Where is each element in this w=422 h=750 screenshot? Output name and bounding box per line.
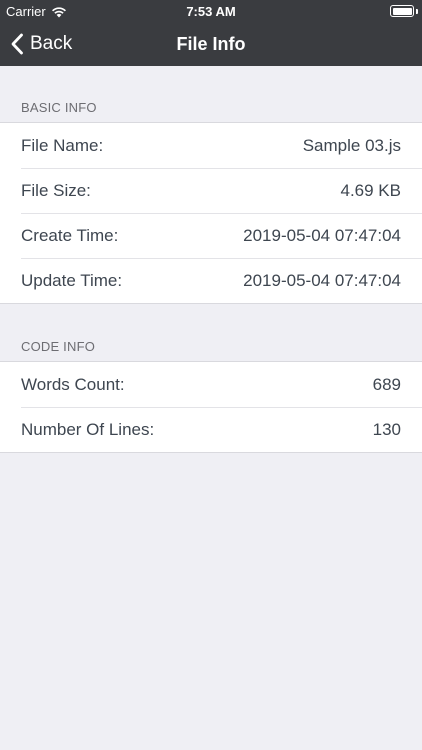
basic-info-group: File Name: Sample 03.js File Size: 4.69 …	[0, 122, 422, 304]
battery-tip	[416, 9, 418, 14]
row-label: Update Time:	[21, 270, 123, 290]
status-time: 7:53 AM	[186, 4, 236, 19]
row-value: 4.69 KB	[340, 180, 402, 200]
section-header-code-info: CODE INFO	[21, 339, 96, 354]
row-file-size: File Size: 4.69 KB	[0, 168, 422, 213]
row-words-count: Words Count: 689	[0, 362, 422, 407]
row-value: 2019-05-04 07:47:04	[243, 270, 401, 290]
row-number-of-lines: Number Of Lines: 130	[0, 407, 422, 452]
row-update-time: Update Time: 2019-05-04 07:47:04	[0, 258, 422, 303]
row-value: 2019-05-04 07:47:04	[243, 225, 401, 245]
row-label: File Size:	[21, 180, 91, 200]
row-label: Words Count:	[21, 374, 125, 394]
code-info-group: Words Count: 689 Number Of Lines: 130	[0, 361, 422, 453]
section-header-basic-info: BASIC INFO	[21, 100, 97, 115]
row-value: 689	[372, 374, 401, 394]
content: BASIC INFO File Name: Sample 03.js File …	[0, 66, 422, 453]
row-create-time: Create Time: 2019-05-04 07:47:04	[0, 213, 422, 258]
page-title: File Info	[176, 34, 246, 54]
row-value: Sample 03.js	[302, 135, 401, 155]
navigation-bar: Back File Info	[0, 22, 422, 66]
battery-fill	[392, 7, 412, 15]
row-label: Number Of Lines:	[21, 419, 155, 439]
status-bar: Carrier 7:53 AM	[0, 0, 422, 22]
battery-icon	[390, 5, 414, 17]
row-label: Create Time:	[21, 225, 119, 245]
row-file-name: File Name: Sample 03.js	[0, 123, 422, 168]
row-label: File Name:	[21, 135, 104, 155]
row-value: 130	[372, 419, 401, 439]
